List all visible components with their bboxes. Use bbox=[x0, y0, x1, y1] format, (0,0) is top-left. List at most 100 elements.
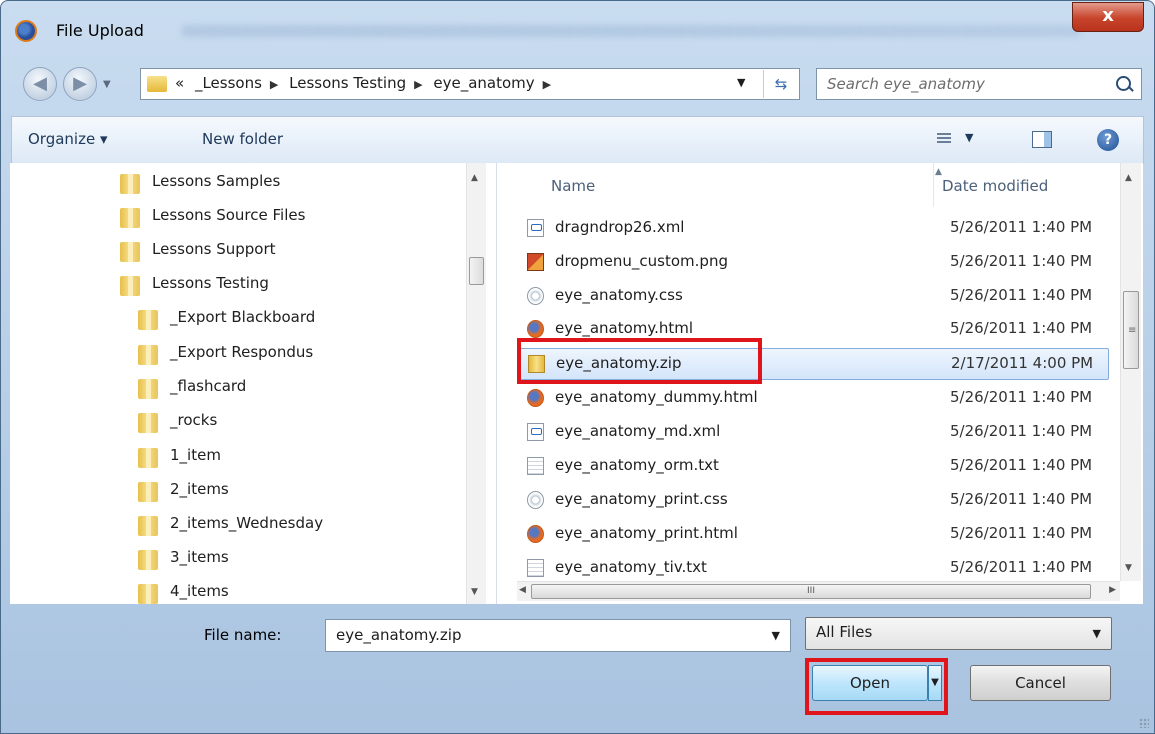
file-date: 5/26/2011 1:40 PM bbox=[950, 456, 1093, 474]
file-date: 5/26/2011 1:40 PM bbox=[950, 286, 1093, 304]
folder-icon bbox=[138, 550, 158, 570]
navigation-pane-scrollbar[interactable]: ▲ ▼ bbox=[466, 163, 486, 604]
file-date: 5/26/2011 1:40 PM bbox=[950, 524, 1093, 542]
breadcrumb: « _Lessons ▶ Lessons Testing ▶ eye_anatomy… bbox=[175, 74, 557, 92]
folder-icon bbox=[138, 448, 158, 468]
file-name: dragndrop26.xml bbox=[555, 218, 685, 236]
file-date: 5/26/2011 1:40 PM bbox=[950, 218, 1093, 236]
file-name: eye_anatomy_md.xml bbox=[555, 422, 721, 440]
back-button[interactable]: ◀ bbox=[23, 67, 57, 101]
scroll-down-icon[interactable]: ▼ bbox=[1125, 563, 1132, 573]
organize-menu-button[interactable]: Organize ▾ bbox=[28, 130, 108, 148]
xml-file-icon bbox=[527, 219, 544, 237]
file-date: 5/26/2011 1:40 PM bbox=[950, 319, 1093, 337]
scroll-up-icon[interactable]: ▲ bbox=[471, 173, 478, 183]
file-list-horizontal-scrollbar[interactable]: ◀ III ▶ bbox=[517, 581, 1120, 601]
file-row[interactable]: dropmenu_custom.png 5/26/2011 1:40 PM bbox=[519, 247, 1109, 279]
column-header-name[interactable]: Name bbox=[551, 177, 595, 195]
forward-button[interactable]: ▶ bbox=[63, 67, 97, 101]
folder-icon bbox=[120, 208, 140, 228]
tree-item-label: 1_item bbox=[170, 446, 221, 464]
tree-item-label: Lessons Source Files bbox=[152, 206, 306, 224]
file-date: 5/26/2011 1:40 PM bbox=[950, 422, 1093, 440]
breadcrumb-arrow-icon[interactable]: ▶ bbox=[270, 78, 278, 91]
chevron-down-icon[interactable]: ▼ bbox=[1093, 627, 1101, 640]
file-type-select[interactable]: All Files ▼ bbox=[805, 617, 1112, 650]
column-divider[interactable] bbox=[933, 163, 934, 207]
grip-icon: ≡ bbox=[1128, 325, 1137, 336]
chevron-down-icon[interactable]: ▼ bbox=[772, 629, 780, 642]
scroll-up-icon[interactable]: ▲ bbox=[1125, 173, 1132, 183]
file-list-vertical-scrollbar[interactable]: ▲ ≡ ▼ bbox=[1120, 163, 1141, 581]
folder-icon bbox=[138, 413, 158, 433]
file-name-label: File name: bbox=[204, 626, 282, 644]
breadcrumb-lessons[interactable]: _Lessons bbox=[195, 74, 262, 92]
firefox-html-icon bbox=[527, 389, 544, 407]
title-bar[interactable]: File Upload x bbox=[1, 1, 1154, 59]
tree-item-label: 4_items bbox=[170, 582, 229, 600]
file-date: 2/17/2011 4:00 PM bbox=[951, 354, 1094, 372]
breadcrumb-overflow[interactable]: « bbox=[175, 74, 184, 92]
folder-icon bbox=[138, 482, 158, 502]
scroll-left-icon[interactable]: ◀ bbox=[519, 585, 526, 595]
scrollbar-thumb[interactable] bbox=[469, 257, 484, 285]
view-options-dropdown-icon[interactable]: ▼ bbox=[965, 131, 973, 144]
address-bar[interactable]: « _Lessons ▶ Lessons Testing ▶ eye_anatomy… bbox=[140, 68, 800, 100]
file-row[interactable]: eye_anatomy_dummy.html 5/26/2011 1:40 PM bbox=[519, 383, 1109, 415]
search-input[interactable]: Search eye_anatomy bbox=[827, 75, 985, 93]
tree-item-label: Lessons Testing bbox=[152, 274, 269, 292]
file-name: dropmenu_custom.png bbox=[555, 252, 728, 270]
resize-grip-icon[interactable] bbox=[1139, 718, 1149, 728]
file-row[interactable]: dragndrop26.xml 5/26/2011 1:40 PM bbox=[519, 213, 1109, 245]
refresh-icon[interactable]: ⇆ bbox=[763, 70, 798, 98]
help-icon[interactable]: ? bbox=[1097, 129, 1119, 151]
file-name: eye_anatomy.html bbox=[555, 319, 694, 337]
file-row[interactable]: eye_anatomy_md.xml 5/26/2011 1:40 PM bbox=[519, 417, 1109, 449]
file-name-field[interactable]: eye_anatomy.zip ▼ bbox=[325, 619, 791, 652]
file-name-value[interactable]: eye_anatomy.zip bbox=[336, 626, 461, 644]
scrollbar-thumb[interactable]: ≡ bbox=[1123, 291, 1139, 369]
tree-item-label: _rocks bbox=[170, 411, 218, 429]
column-header-date-modified[interactable]: Date modified bbox=[942, 177, 1048, 195]
breadcrumb-lessons-testing[interactable]: Lessons Testing bbox=[289, 74, 406, 92]
search-icon[interactable] bbox=[1116, 76, 1131, 91]
tree-item-label: Lessons Samples bbox=[152, 172, 281, 190]
close-button[interactable]: x bbox=[1072, 2, 1144, 32]
red-highlight-box-zip bbox=[517, 338, 762, 384]
navigation-buttons: ◀ ▶ ▼ bbox=[23, 64, 135, 104]
folder-icon bbox=[120, 276, 140, 296]
file-date: 5/26/2011 1:40 PM bbox=[950, 490, 1093, 508]
preview-pane-icon[interactable] bbox=[1032, 131, 1052, 148]
blurred-background-text bbox=[181, 25, 1081, 37]
xml-file-icon bbox=[527, 423, 544, 441]
search-box[interactable]: Search eye_anatomy bbox=[816, 68, 1142, 100]
window-title: File Upload bbox=[56, 21, 144, 40]
file-row[interactable]: eye_anatomy_orm.txt 5/26/2011 1:40 PM bbox=[519, 451, 1109, 483]
cancel-button[interactable]: Cancel bbox=[970, 665, 1111, 701]
file-row[interactable]: eye_anatomy.css 5/26/2011 1:40 PM bbox=[519, 281, 1109, 313]
tree-item-label: _Export Respondus bbox=[170, 343, 314, 361]
scrollbar-thumb[interactable]: III bbox=[531, 584, 1091, 599]
css-file-icon bbox=[527, 287, 544, 305]
folder-icon bbox=[138, 379, 158, 399]
tree-item-label: Lessons Support bbox=[152, 240, 276, 258]
file-row[interactable]: eye_anatomy_print.css 5/26/2011 1:40 PM bbox=[519, 485, 1109, 517]
recent-locations-dropdown-icon[interactable]: ▼ bbox=[103, 79, 111, 90]
address-dropdown-icon[interactable]: ▼ bbox=[737, 76, 745, 89]
file-row[interactable]: eye_anatomy_print.html 5/26/2011 1:40 PM bbox=[519, 519, 1109, 551]
firefox-icon bbox=[15, 20, 37, 42]
file-name: eye_anatomy_dummy.html bbox=[555, 388, 758, 406]
file-type-value: All Files bbox=[816, 623, 873, 641]
scroll-down-icon[interactable]: ▼ bbox=[471, 587, 478, 597]
breadcrumb-eye-anatomy[interactable]: eye_anatomy bbox=[433, 74, 534, 92]
breadcrumb-arrow-icon[interactable]: ▶ bbox=[543, 78, 551, 91]
scroll-right-icon[interactable]: ▶ bbox=[1109, 585, 1116, 595]
new-folder-button[interactable]: New folder bbox=[202, 130, 283, 148]
command-toolbar: Organize ▾ New folder ▼ ? bbox=[11, 116, 1144, 164]
file-row[interactable]: eye_anatomy_tiv.txt 5/26/2011 1:40 PM bbox=[519, 553, 1109, 579]
breadcrumb-arrow-icon[interactable]: ▶ bbox=[414, 78, 422, 91]
text-file-icon bbox=[527, 457, 544, 475]
folder-icon bbox=[138, 584, 158, 604]
file-name: eye_anatomy_print.css bbox=[555, 490, 728, 508]
file-date: 5/26/2011 1:40 PM bbox=[950, 388, 1093, 406]
